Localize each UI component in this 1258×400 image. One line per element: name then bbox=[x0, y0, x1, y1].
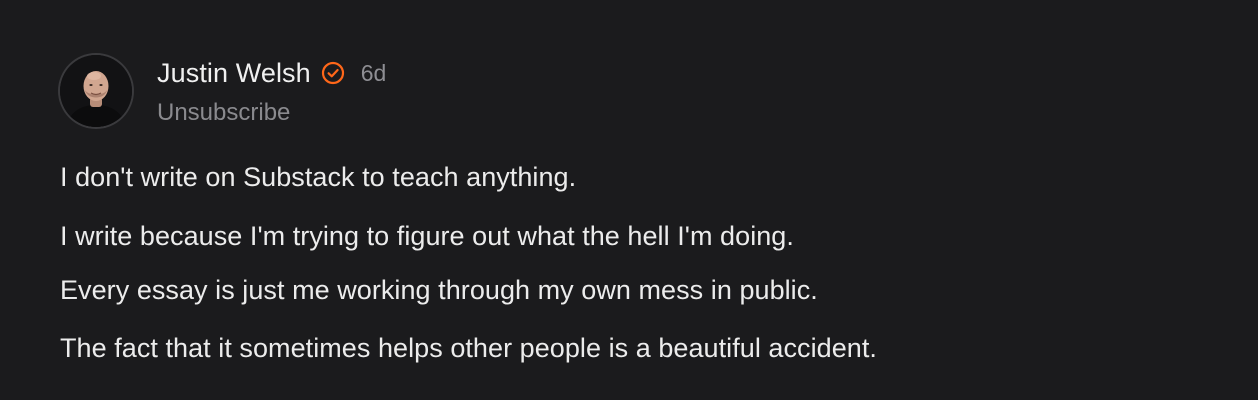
author-row: Justin Welsh 6d bbox=[157, 55, 386, 91]
author-avatar[interactable] bbox=[60, 55, 132, 127]
avatar-photo bbox=[60, 55, 132, 127]
verified-check-icon bbox=[320, 60, 346, 86]
post-timestamp[interactable]: 6d bbox=[361, 60, 387, 87]
note-body-line: I don't write on Substack to teach anyth… bbox=[60, 162, 577, 192]
note-body-line: I write because I'm trying to figure out… bbox=[60, 221, 794, 251]
unsubscribe-link[interactable]: Unsubscribe bbox=[157, 99, 290, 127]
note-body-line: The fact that it sometimes helps other p… bbox=[60, 333, 877, 363]
note-body-line: Every essay is just me working through m… bbox=[60, 275, 818, 305]
note-card: Justin Welsh 6d Unsubscribe I don't writ… bbox=[0, 0, 1258, 400]
author-name[interactable]: Justin Welsh bbox=[157, 58, 311, 89]
